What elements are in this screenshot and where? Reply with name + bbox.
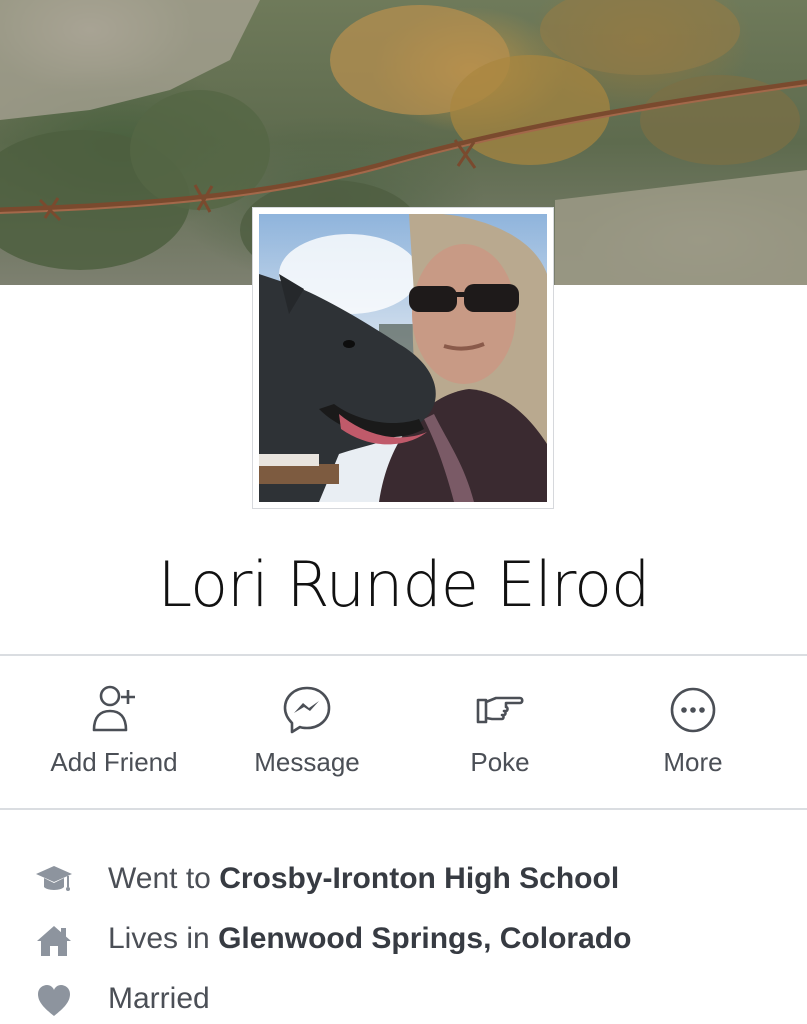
- poke-hand-icon: [476, 696, 524, 724]
- residence-text: Lives in Glenwood Springs, Colorado: [108, 922, 631, 956]
- education-school-link[interactable]: Crosby-Ironton High School: [219, 862, 619, 895]
- add-friend-button[interactable]: Add Friend: [14, 658, 214, 808]
- education-text: Went to Crosby-Ironton High School: [108, 862, 619, 896]
- heart-icon: [38, 985, 70, 1016]
- residence-row[interactable]: Lives in Glenwood Springs, Colorado: [0, 920, 807, 960]
- message-button[interactable]: Message: [207, 658, 407, 808]
- add-friend-label: Add Friend: [50, 747, 178, 777]
- poke-button[interactable]: Poke: [400, 658, 600, 808]
- home-icon: [37, 926, 71, 956]
- profile-action-bar: Add Friend Message Poke More: [0, 658, 807, 808]
- residence-prefix: Lives in: [108, 922, 210, 955]
- profile-picture-image: [259, 214, 547, 502]
- divider: [0, 654, 807, 656]
- residence-city-link[interactable]: Glenwood Springs, Colorado: [218, 922, 631, 955]
- relationship-text: Married: [108, 982, 210, 1015]
- profile-picture: [259, 214, 547, 502]
- poke-label: Poke: [470, 747, 530, 777]
- more-dots-icon: [670, 687, 716, 733]
- graduation-cap-icon: [36, 866, 72, 891]
- education-row[interactable]: Went to Crosby-Ironton High School: [0, 860, 807, 900]
- more-button[interactable]: More: [593, 658, 793, 808]
- education-prefix: Went to: [108, 862, 211, 895]
- add-friend-icon: [92, 685, 135, 732]
- divider: [0, 808, 807, 810]
- more-label: More: [663, 747, 723, 777]
- relationship-row: Married: [0, 980, 807, 1020]
- messenger-icon: [283, 686, 331, 734]
- profile-picture-frame[interactable]: [252, 207, 554, 509]
- profile-name: Lori Runde Elrod: [157, 548, 651, 621]
- message-label: Message: [254, 747, 360, 777]
